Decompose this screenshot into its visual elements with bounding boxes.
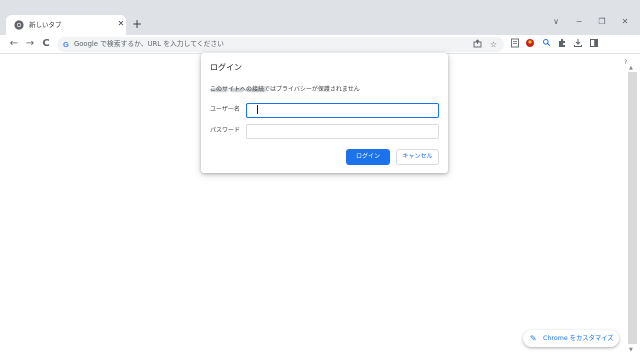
- extensions-puzzle-icon[interactable]: [556, 38, 568, 50]
- search-extension-icon[interactable]: [540, 38, 552, 50]
- scroll-down-arrow-icon[interactable]: ▼: [629, 347, 633, 353]
- customize-chrome-button[interactable]: ✎ Chrome をカスタマイズ: [523, 330, 619, 347]
- chrome-icon: [14, 20, 24, 30]
- tab-new-tab[interactable]: 新しいタブ ✕: [6, 15, 126, 35]
- login-dialog: ログイン このサイトへの接続ではプライバシーが保護されません ユーザー名 パスワ…: [201, 53, 448, 173]
- side-panel-icon[interactable]: [588, 38, 600, 50]
- new-tab-button[interactable]: +: [130, 17, 144, 31]
- cancel-button[interactable]: キャンセル: [396, 149, 439, 165]
- omnibox[interactable]: G Google で検索するか、URL を入力してください ☆: [57, 37, 504, 52]
- google-icon: G: [63, 40, 69, 49]
- share-icon[interactable]: [472, 39, 483, 50]
- privacy-warning: このサイトへの接続ではプライバシーが保護されません: [210, 86, 360, 93]
- toolbar: ← → C G Google で検索するか、URL を入力してください ☆: [0, 35, 640, 54]
- login-button[interactable]: ログイン: [346, 149, 390, 165]
- forward-button[interactable]: →: [23, 37, 37, 51]
- tab-title: 新しいタブ: [29, 21, 62, 29]
- customize-chrome-label: Chrome をカスタマイズ: [543, 335, 614, 342]
- reading-list-icon[interactable]: [509, 38, 521, 50]
- download-icon[interactable]: [572, 38, 584, 50]
- help-icon[interactable]: ?: [624, 59, 627, 66]
- minimize-button[interactable]: −: [571, 15, 587, 29]
- tab-close-icon[interactable]: ✕: [115, 18, 127, 30]
- close-window-button[interactable]: ✕: [617, 15, 633, 29]
- text-caret: [257, 105, 258, 114]
- back-button[interactable]: ←: [7, 37, 21, 51]
- scrollbar-thumb[interactable]: [628, 72, 637, 344]
- password-label: パスワード: [210, 127, 241, 134]
- username-label: ユーザー名: [210, 106, 240, 113]
- pencil-icon: ✎: [530, 334, 537, 343]
- tab-search-icon[interactable]: ∨: [548, 15, 564, 29]
- tab-strip: 新しいタブ ✕ + ∨ − ❐ ✕: [0, 0, 640, 35]
- extension-red-icon[interactable]: [524, 38, 536, 50]
- password-field[interactable]: [246, 124, 439, 139]
- omnibox-placeholder: Google で検索するか、URL を入力してください: [74, 40, 224, 48]
- dialog-title: ログイン: [210, 63, 242, 72]
- blurred-origin: [210, 77, 278, 92]
- reload-button[interactable]: C: [39, 37, 53, 51]
- scroll-up-arrow-icon[interactable]: ▲: [629, 65, 633, 71]
- bookmark-star-icon[interactable]: ☆: [488, 39, 499, 50]
- username-field[interactable]: [246, 103, 439, 118]
- restore-button[interactable]: ❐: [594, 15, 610, 29]
